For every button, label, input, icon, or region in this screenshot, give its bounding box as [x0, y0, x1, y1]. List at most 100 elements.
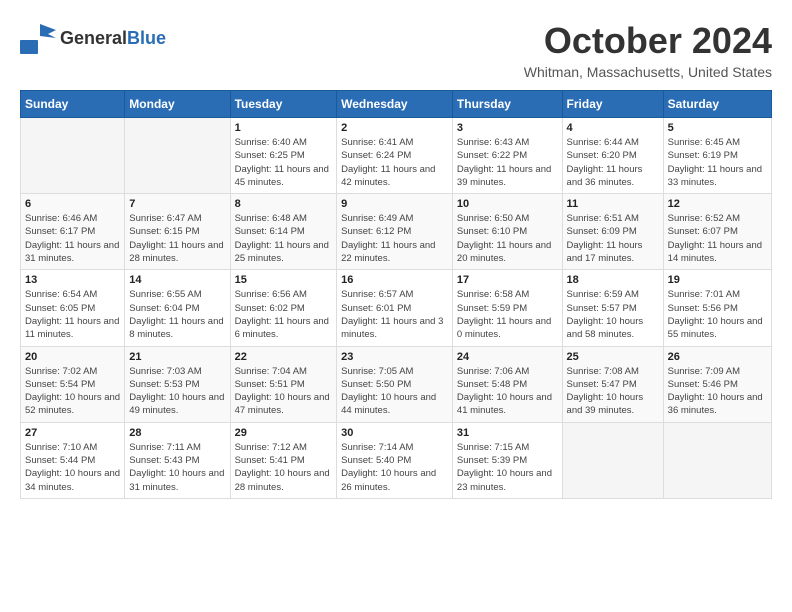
day-number: 23 [341, 351, 448, 363]
day-number: 20 [25, 351, 120, 363]
title-month: October 2024 [524, 20, 772, 62]
day-number: 31 [457, 427, 558, 439]
day-number: 15 [235, 274, 333, 286]
calendar-table: SundayMondayTuesdayWednesdayThursdayFrid… [20, 90, 772, 499]
day-info: Sunrise: 6:52 AM Sunset: 6:07 PM Dayligh… [668, 212, 767, 265]
day-number: 21 [129, 351, 225, 363]
calendar-cell: 7 Sunrise: 6:47 AM Sunset: 6:15 PM Daylig… [125, 194, 230, 270]
day-number: 14 [129, 274, 225, 286]
calendar-cell: 8 Sunrise: 6:48 AM Sunset: 6:14 PM Daylig… [230, 194, 337, 270]
day-info: Sunrise: 6:59 AM Sunset: 5:57 PM Dayligh… [567, 288, 659, 341]
calendar-cell: 13 Sunrise: 6:54 AM Sunset: 6:05 PM Dayli… [21, 270, 125, 346]
day-info: Sunrise: 6:46 AM Sunset: 6:17 PM Dayligh… [25, 212, 120, 265]
calendar-cell: 9Sunrise: 6:49 AM Sunset: 6:12 PM Daylig… [337, 194, 453, 270]
day-number: 12 [668, 198, 767, 210]
calendar-cell: 26 Sunrise: 7:09 AM Sunset: 5:46 PM Dayli… [663, 346, 771, 422]
day-info: Sunrise: 6:40 AM Sunset: 6:25 PM Dayligh… [235, 136, 333, 189]
day-info: Sunrise: 7:08 AM Sunset: 5:47 PM Dayligh… [567, 365, 659, 418]
day-info: Sunrise: 6:48 AM Sunset: 6:14 PM Dayligh… [235, 212, 333, 265]
calendar-cell: 16 Sunrise: 6:57 AM Sunset: 6:01 PM Dayli… [337, 270, 453, 346]
calendar-cell: 6 Sunrise: 6:46 AM Sunset: 6:17 PM Daylig… [21, 194, 125, 270]
day-number: 11 [567, 198, 659, 210]
calendar-cell: 17 Sunrise: 6:58 AM Sunset: 5:59 PM Dayli… [452, 270, 562, 346]
day-number: 10 [457, 198, 558, 210]
logo-general-text: General [60, 28, 127, 49]
day-number: 3 [457, 122, 558, 134]
title-location: Whitman, Massachusetts, United States [524, 64, 772, 80]
day-info: Sunrise: 6:57 AM Sunset: 6:01 PM Dayligh… [341, 288, 448, 341]
weekday-header-thursday: Thursday [452, 91, 562, 118]
calendar-cell: 28Sunrise: 7:11 AM Sunset: 5:43 PM Dayli… [125, 422, 230, 498]
weekday-header-monday: Monday [125, 91, 230, 118]
day-number: 13 [25, 274, 120, 286]
day-number: 17 [457, 274, 558, 286]
calendar-cell [125, 118, 230, 194]
calendar-cell: 4 Sunrise: 6:44 AM Sunset: 6:20 PM Daylig… [562, 118, 663, 194]
day-number: 30 [341, 427, 448, 439]
logo-blue-text: Blue [127, 28, 166, 49]
week-row-1: 1Sunrise: 6:40 AM Sunset: 6:25 PM Daylig… [21, 118, 772, 194]
day-info: Sunrise: 6:51 AM Sunset: 6:09 PM Dayligh… [567, 212, 659, 265]
day-info: Sunrise: 6:44 AM Sunset: 6:20 PM Dayligh… [567, 136, 659, 189]
calendar-cell: 21 Sunrise: 7:03 AM Sunset: 5:53 PM Dayli… [125, 346, 230, 422]
day-info: Sunrise: 7:15 AM Sunset: 5:39 PM Dayligh… [457, 441, 558, 494]
day-info: Sunrise: 6:58 AM Sunset: 5:59 PM Dayligh… [457, 288, 558, 341]
calendar-cell: 29 Sunrise: 7:12 AM Sunset: 5:41 PM Dayli… [230, 422, 337, 498]
day-info: Sunrise: 6:47 AM Sunset: 6:15 PM Dayligh… [129, 212, 225, 265]
day-number: 26 [668, 351, 767, 363]
day-info: Sunrise: 7:01 AM Sunset: 5:56 PM Dayligh… [668, 288, 767, 341]
week-row-5: 27Sunrise: 7:10 AM Sunset: 5:44 PM Dayli… [21, 422, 772, 498]
day-info: Sunrise: 6:43 AM Sunset: 6:22 PM Dayligh… [457, 136, 558, 189]
calendar-cell [663, 422, 771, 498]
weekday-header-sunday: Sunday [21, 91, 125, 118]
week-row-2: 6 Sunrise: 6:46 AM Sunset: 6:17 PM Daylig… [21, 194, 772, 270]
calendar-cell: 20Sunrise: 7:02 AM Sunset: 5:54 PM Dayli… [21, 346, 125, 422]
day-info: Sunrise: 6:56 AM Sunset: 6:02 PM Dayligh… [235, 288, 333, 341]
day-number: 18 [567, 274, 659, 286]
calendar-cell: 23 Sunrise: 7:05 AM Sunset: 5:50 PM Dayli… [337, 346, 453, 422]
day-info: Sunrise: 6:50 AM Sunset: 6:10 PM Dayligh… [457, 212, 558, 265]
day-info: Sunrise: 7:05 AM Sunset: 5:50 PM Dayligh… [341, 365, 448, 418]
calendar-cell: 18 Sunrise: 6:59 AM Sunset: 5:57 PM Dayli… [562, 270, 663, 346]
weekday-header-tuesday: Tuesday [230, 91, 337, 118]
week-row-3: 13 Sunrise: 6:54 AM Sunset: 6:05 PM Dayli… [21, 270, 772, 346]
day-info: Sunrise: 7:03 AM Sunset: 5:53 PM Dayligh… [129, 365, 225, 418]
day-info: Sunrise: 6:55 AM Sunset: 6:04 PM Dayligh… [129, 288, 225, 341]
day-info: Sunrise: 7:09 AM Sunset: 5:46 PM Dayligh… [668, 365, 767, 418]
day-info: Sunrise: 7:06 AM Sunset: 5:48 PM Dayligh… [457, 365, 558, 418]
day-info: Sunrise: 7:04 AM Sunset: 5:51 PM Dayligh… [235, 365, 333, 418]
calendar-cell: 31 Sunrise: 7:15 AM Sunset: 5:39 PM Dayli… [452, 422, 562, 498]
day-number: 6 [25, 198, 120, 210]
day-number: 7 [129, 198, 225, 210]
logo-icon [20, 20, 58, 56]
day-number: 27 [25, 427, 120, 439]
calendar-cell: 15 Sunrise: 6:56 AM Sunset: 6:02 PM Dayli… [230, 270, 337, 346]
calendar-cell: 12 Sunrise: 6:52 AM Sunset: 6:07 PM Dayli… [663, 194, 771, 270]
calendar-cell: 3 Sunrise: 6:43 AM Sunset: 6:22 PM Daylig… [452, 118, 562, 194]
day-number: 16 [341, 274, 448, 286]
day-info: Sunrise: 6:45 AM Sunset: 6:19 PM Dayligh… [668, 136, 767, 189]
calendar-cell [21, 118, 125, 194]
day-info: Sunrise: 7:12 AM Sunset: 5:41 PM Dayligh… [235, 441, 333, 494]
calendar-cell: 22Sunrise: 7:04 AM Sunset: 5:51 PM Dayli… [230, 346, 337, 422]
calendar-cell: 27Sunrise: 7:10 AM Sunset: 5:44 PM Dayli… [21, 422, 125, 498]
calendar-cell: 30 Sunrise: 7:14 AM Sunset: 5:40 PM Dayli… [337, 422, 453, 498]
calendar-cell: 25 Sunrise: 7:08 AM Sunset: 5:47 PM Dayli… [562, 346, 663, 422]
weekday-header-row: SundayMondayTuesdayWednesdayThursdayFrid… [21, 91, 772, 118]
day-number: 25 [567, 351, 659, 363]
day-info: Sunrise: 6:41 AM Sunset: 6:24 PM Dayligh… [341, 136, 448, 189]
calendar-cell: 1Sunrise: 6:40 AM Sunset: 6:25 PM Daylig… [230, 118, 337, 194]
calendar-cell [562, 422, 663, 498]
logo: General Blue [20, 20, 166, 56]
day-number: 8 [235, 198, 333, 210]
day-number: 29 [235, 427, 333, 439]
day-number: 2 [341, 122, 448, 134]
page-header: General Blue October 2024 Whitman, Massa… [20, 20, 772, 80]
day-info: Sunrise: 7:14 AM Sunset: 5:40 PM Dayligh… [341, 441, 448, 494]
day-number: 4 [567, 122, 659, 134]
day-info: Sunrise: 6:49 AM Sunset: 6:12 PM Dayligh… [341, 212, 448, 265]
day-info: Sunrise: 7:11 AM Sunset: 5:43 PM Dayligh… [129, 441, 225, 494]
title-block: October 2024 Whitman, Massachusetts, Uni… [524, 20, 772, 80]
day-number: 19 [668, 274, 767, 286]
day-info: Sunrise: 6:54 AM Sunset: 6:05 PM Dayligh… [25, 288, 120, 341]
